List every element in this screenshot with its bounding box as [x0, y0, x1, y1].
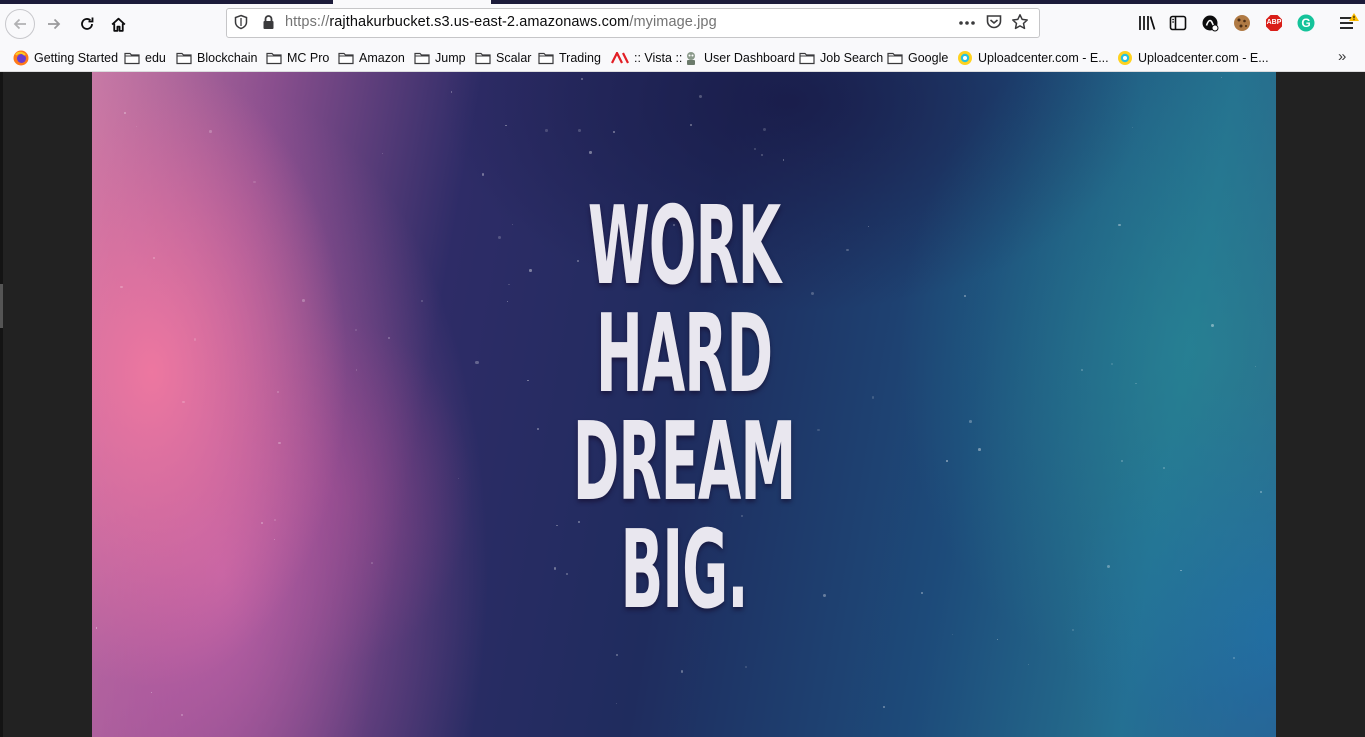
home-icon	[111, 17, 125, 32]
bookmark-item[interactable]: edu	[124, 48, 166, 68]
bookmark-label: Blockchain	[197, 51, 258, 65]
url-bar[interactable]: https://rajthakurbucket.s3.us-east-2.ama…	[226, 8, 1040, 38]
bookmark-item[interactable]: Job Search	[799, 48, 883, 68]
bookmark-label: Job Search	[820, 51, 884, 65]
bookmark-label: Uploadcenter.com - E...	[978, 51, 1109, 65]
grammarly-icon[interactable]: G	[1297, 14, 1315, 32]
folder-icon	[887, 51, 903, 65]
bookmark-item[interactable]: MC Pro	[266, 48, 329, 68]
folder-icon	[124, 51, 140, 65]
bookmark-label: Amazon	[359, 51, 405, 65]
folder-icon	[338, 51, 354, 65]
bookmark-item[interactable]: :: Vista ::	[611, 48, 682, 68]
library-icon[interactable]	[1138, 14, 1156, 32]
uploadcenter-icon	[957, 50, 973, 66]
folder-icon	[176, 51, 192, 65]
bookmark-item[interactable]: Scalar	[475, 48, 531, 68]
bookmark-item[interactable]: Uploadcenter.com - E...	[957, 48, 1109, 68]
adblock-label: ABP	[1266, 19, 1282, 26]
poster-line-1: WORK	[587, 184, 781, 309]
firefox-icon	[13, 50, 29, 66]
extension-icon[interactable]	[1201, 14, 1219, 32]
pocket-icon[interactable]	[985, 13, 1003, 31]
menu-button[interactable]	[1338, 12, 1360, 34]
url-scheme: https://	[285, 14, 330, 30]
folder-icon	[414, 51, 430, 65]
bookmark-label: edu	[145, 51, 166, 65]
poster-text: WORK HARD DREAM BIG.	[92, 72, 1276, 737]
displayed-image: WORK HARD DREAM BIG.	[92, 72, 1276, 737]
bookmark-label: Getting Started	[34, 51, 119, 65]
robot-icon	[683, 50, 699, 66]
hamburger-menu-icon	[1340, 13, 1359, 29]
adp-icon	[611, 52, 629, 64]
bookmarks-overflow-button[interactable]: »	[1338, 48, 1346, 65]
bookmark-label: Google	[908, 51, 949, 65]
home-button[interactable]	[103, 9, 133, 39]
url-path: /myimage.jpg	[629, 14, 717, 30]
bookmark-label: Scalar	[496, 51, 532, 65]
forward-arrow-icon	[48, 18, 61, 30]
poster-line-2: HARD	[595, 292, 773, 417]
reload-icon	[81, 17, 94, 30]
folder-icon	[266, 51, 282, 65]
left-edge	[0, 72, 3, 737]
uploadcenter-icon	[1117, 50, 1133, 66]
bookmark-item[interactable]: Jump	[414, 48, 466, 68]
bookmark-label: Trading	[559, 51, 601, 65]
back-button[interactable]	[5, 9, 35, 39]
more-dots-icon[interactable]	[957, 13, 977, 33]
bookmarks-toolbar: Getting Started edu Blockchain MC Pro Amazon…	[0, 44, 1365, 72]
poster-line-3: DREAM	[572, 400, 796, 525]
url-domain: rajthakurbucket.s3.us-east-2.amazonaws.c…	[329, 14, 630, 30]
bookmark-label: Jump	[435, 51, 466, 65]
adblock-icon[interactable]: ABP	[1265, 14, 1283, 32]
reload-button[interactable]	[72, 9, 102, 39]
bookmark-label: Uploadcenter.com - E...	[1138, 51, 1269, 65]
bookmark-item[interactable]: Trading	[538, 48, 601, 68]
forward-button[interactable]	[39, 9, 69, 39]
bookmark-label: :: Vista ::	[634, 51, 683, 65]
bookmark-item[interactable]: Amazon	[338, 48, 405, 68]
star-icon[interactable]	[1011, 13, 1029, 31]
scroll-marker	[0, 284, 3, 328]
cookie-icon[interactable]	[1233, 14, 1251, 32]
grammarly-label: G	[1301, 16, 1311, 30]
bookmark-label: User Dashboard	[704, 51, 796, 65]
folder-icon	[475, 51, 491, 65]
bookmark-item[interactable]: Google	[887, 48, 948, 68]
lock-icon[interactable]	[261, 14, 276, 30]
navigation-toolbar: https://rajthakurbucket.s3.us-east-2.ama…	[0, 4, 1365, 44]
bookmark-item[interactable]: User Dashboard	[683, 48, 795, 68]
bookmark-item[interactable]: Blockchain	[176, 48, 257, 68]
folder-icon	[799, 51, 815, 65]
bookmark-item[interactable]: Getting Started	[13, 48, 118, 68]
shield-icon[interactable]	[233, 14, 249, 30]
bookmark-item[interactable]: Uploadcenter.com - E...	[1117, 48, 1269, 68]
poster-line-4: BIG.	[620, 508, 749, 633]
back-arrow-icon	[13, 18, 26, 30]
sidebar-icon[interactable]	[1169, 14, 1187, 32]
url-text[interactable]: https://rajthakurbucket.s3.us-east-2.ama…	[285, 14, 717, 30]
bookmark-label: MC Pro	[287, 51, 330, 65]
folder-icon	[538, 51, 554, 65]
